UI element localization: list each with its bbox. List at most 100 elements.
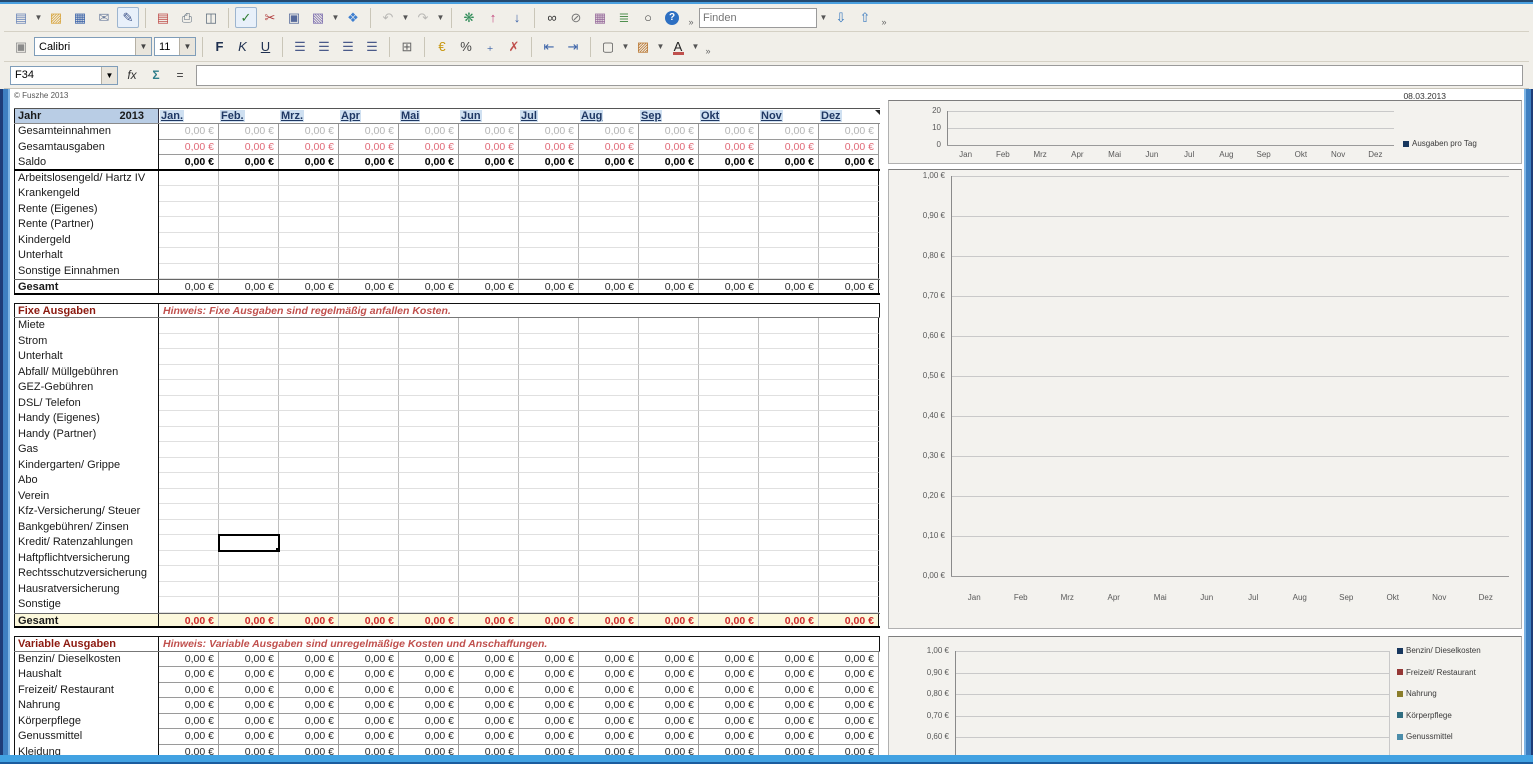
cell[interactable] (699, 520, 759, 536)
row-label[interactable]: Abfall/ Müllgebühren (14, 365, 159, 381)
cell[interactable] (519, 186, 579, 202)
cell[interactable] (399, 504, 459, 520)
cell[interactable] (399, 520, 459, 536)
cell[interactable] (759, 411, 819, 427)
cell[interactable] (159, 504, 219, 520)
cell[interactable]: 0,00 € (579, 714, 639, 730)
cell[interactable] (339, 217, 399, 233)
cell[interactable] (819, 411, 879, 427)
row-label[interactable]: Haushalt (14, 667, 159, 683)
month-header-cell[interactable]: Apr (339, 109, 399, 123)
row-label[interactable]: Krankengeld (14, 186, 159, 202)
cell[interactable] (459, 186, 519, 202)
cell[interactable]: 0,00 € (819, 683, 879, 699)
percent-format-icon[interactable]: % (455, 36, 477, 57)
cell[interactable] (579, 365, 639, 381)
cell[interactable] (399, 442, 459, 458)
redo-icon[interactable]: ↷ (412, 7, 434, 28)
cell[interactable] (579, 396, 639, 412)
cell[interactable] (459, 473, 519, 489)
equals-icon[interactable]: = (170, 66, 190, 85)
datasource-icon[interactable]: ≣ (613, 7, 635, 28)
cell[interactable] (159, 411, 219, 427)
cell[interactable]: 0,00 € (279, 667, 339, 683)
cell[interactable] (159, 264, 219, 280)
cell[interactable] (639, 248, 699, 264)
cell[interactable] (159, 318, 219, 334)
cell[interactable] (459, 458, 519, 474)
cell[interactable]: 0,00 € (699, 698, 759, 714)
cell[interactable]: 0,00 € (279, 729, 339, 745)
cell[interactable] (819, 504, 879, 520)
cell[interactable] (459, 582, 519, 598)
cell[interactable] (399, 396, 459, 412)
paste-icon[interactable]: ▧ (307, 7, 329, 28)
year-header-cell[interactable]: Jahr2013 (14, 109, 159, 123)
cell[interactable] (759, 566, 819, 582)
cell[interactable] (579, 597, 639, 613)
cell[interactable]: 0,00 € (819, 729, 879, 745)
cell[interactable] (759, 334, 819, 350)
email-icon[interactable]: ✉ (93, 7, 115, 28)
cell[interactable] (339, 186, 399, 202)
cell[interactable]: 0,00 € (759, 140, 819, 156)
cell[interactable] (759, 202, 819, 218)
cell[interactable]: 0,00 € (159, 614, 219, 627)
cell[interactable] (699, 365, 759, 381)
cell[interactable]: 0,00 € (339, 614, 399, 627)
cell[interactable] (339, 171, 399, 187)
cell[interactable] (759, 442, 819, 458)
cell[interactable] (159, 349, 219, 365)
cell[interactable] (279, 171, 339, 187)
dropdown-arrow-icon[interactable]: ▼ (34, 8, 43, 27)
zoom-icon[interactable]: ○ (637, 7, 659, 28)
cell[interactable] (399, 489, 459, 505)
cell[interactable]: 0,00 € (159, 729, 219, 745)
cell[interactable] (339, 458, 399, 474)
month-header-cell[interactable]: Jan. (159, 109, 219, 123)
row-label[interactable]: Hausratversicherung (14, 582, 159, 598)
cell[interactable] (279, 411, 339, 427)
row-label[interactable]: Nahrung (14, 698, 159, 714)
cell[interactable]: 0,00 € (459, 698, 519, 714)
cell[interactable]: 0,00 € (219, 140, 279, 156)
cell[interactable]: 0,00 € (399, 124, 459, 140)
cell[interactable]: 0,00 € (519, 714, 579, 730)
month-header-cell[interactable]: Aug (579, 109, 639, 123)
cell[interactable] (399, 535, 459, 551)
toolbar-overflow-icon[interactable]: » (685, 8, 697, 27)
cell[interactable] (639, 217, 699, 233)
cell[interactable]: 0,00 € (519, 124, 579, 140)
cell[interactable] (579, 520, 639, 536)
cell[interactable] (579, 504, 639, 520)
cell[interactable] (819, 427, 879, 443)
cell[interactable] (459, 217, 519, 233)
cell[interactable]: 0,00 € (159, 667, 219, 683)
cell[interactable]: 0,00 € (699, 714, 759, 730)
cell[interactable] (639, 411, 699, 427)
month-header-cell[interactable]: Mrz. (279, 109, 339, 123)
cell[interactable]: 0,00 € (159, 698, 219, 714)
cell[interactable] (519, 380, 579, 396)
cell[interactable]: 0,00 € (759, 729, 819, 745)
cell[interactable] (819, 582, 879, 598)
cell[interactable] (699, 334, 759, 350)
cell[interactable] (219, 264, 279, 280)
cell[interactable]: 0,00 € (519, 614, 579, 627)
cell[interactable]: 0,00 € (279, 124, 339, 140)
merge-cells-icon[interactable]: ⊞ (396, 36, 418, 57)
cell[interactable] (759, 380, 819, 396)
cell[interactable] (399, 365, 459, 381)
cell[interactable] (639, 489, 699, 505)
cell[interactable] (639, 504, 699, 520)
cell[interactable] (639, 264, 699, 280)
cell[interactable] (519, 489, 579, 505)
cell[interactable] (759, 458, 819, 474)
cell[interactable] (339, 396, 399, 412)
cell[interactable] (339, 202, 399, 218)
cell[interactable]: 0,00 € (399, 714, 459, 730)
cell[interactable]: 0,00 € (639, 714, 699, 730)
cell[interactable] (159, 535, 219, 551)
cell[interactable] (699, 217, 759, 233)
cell[interactable]: 0,00 € (519, 698, 579, 714)
